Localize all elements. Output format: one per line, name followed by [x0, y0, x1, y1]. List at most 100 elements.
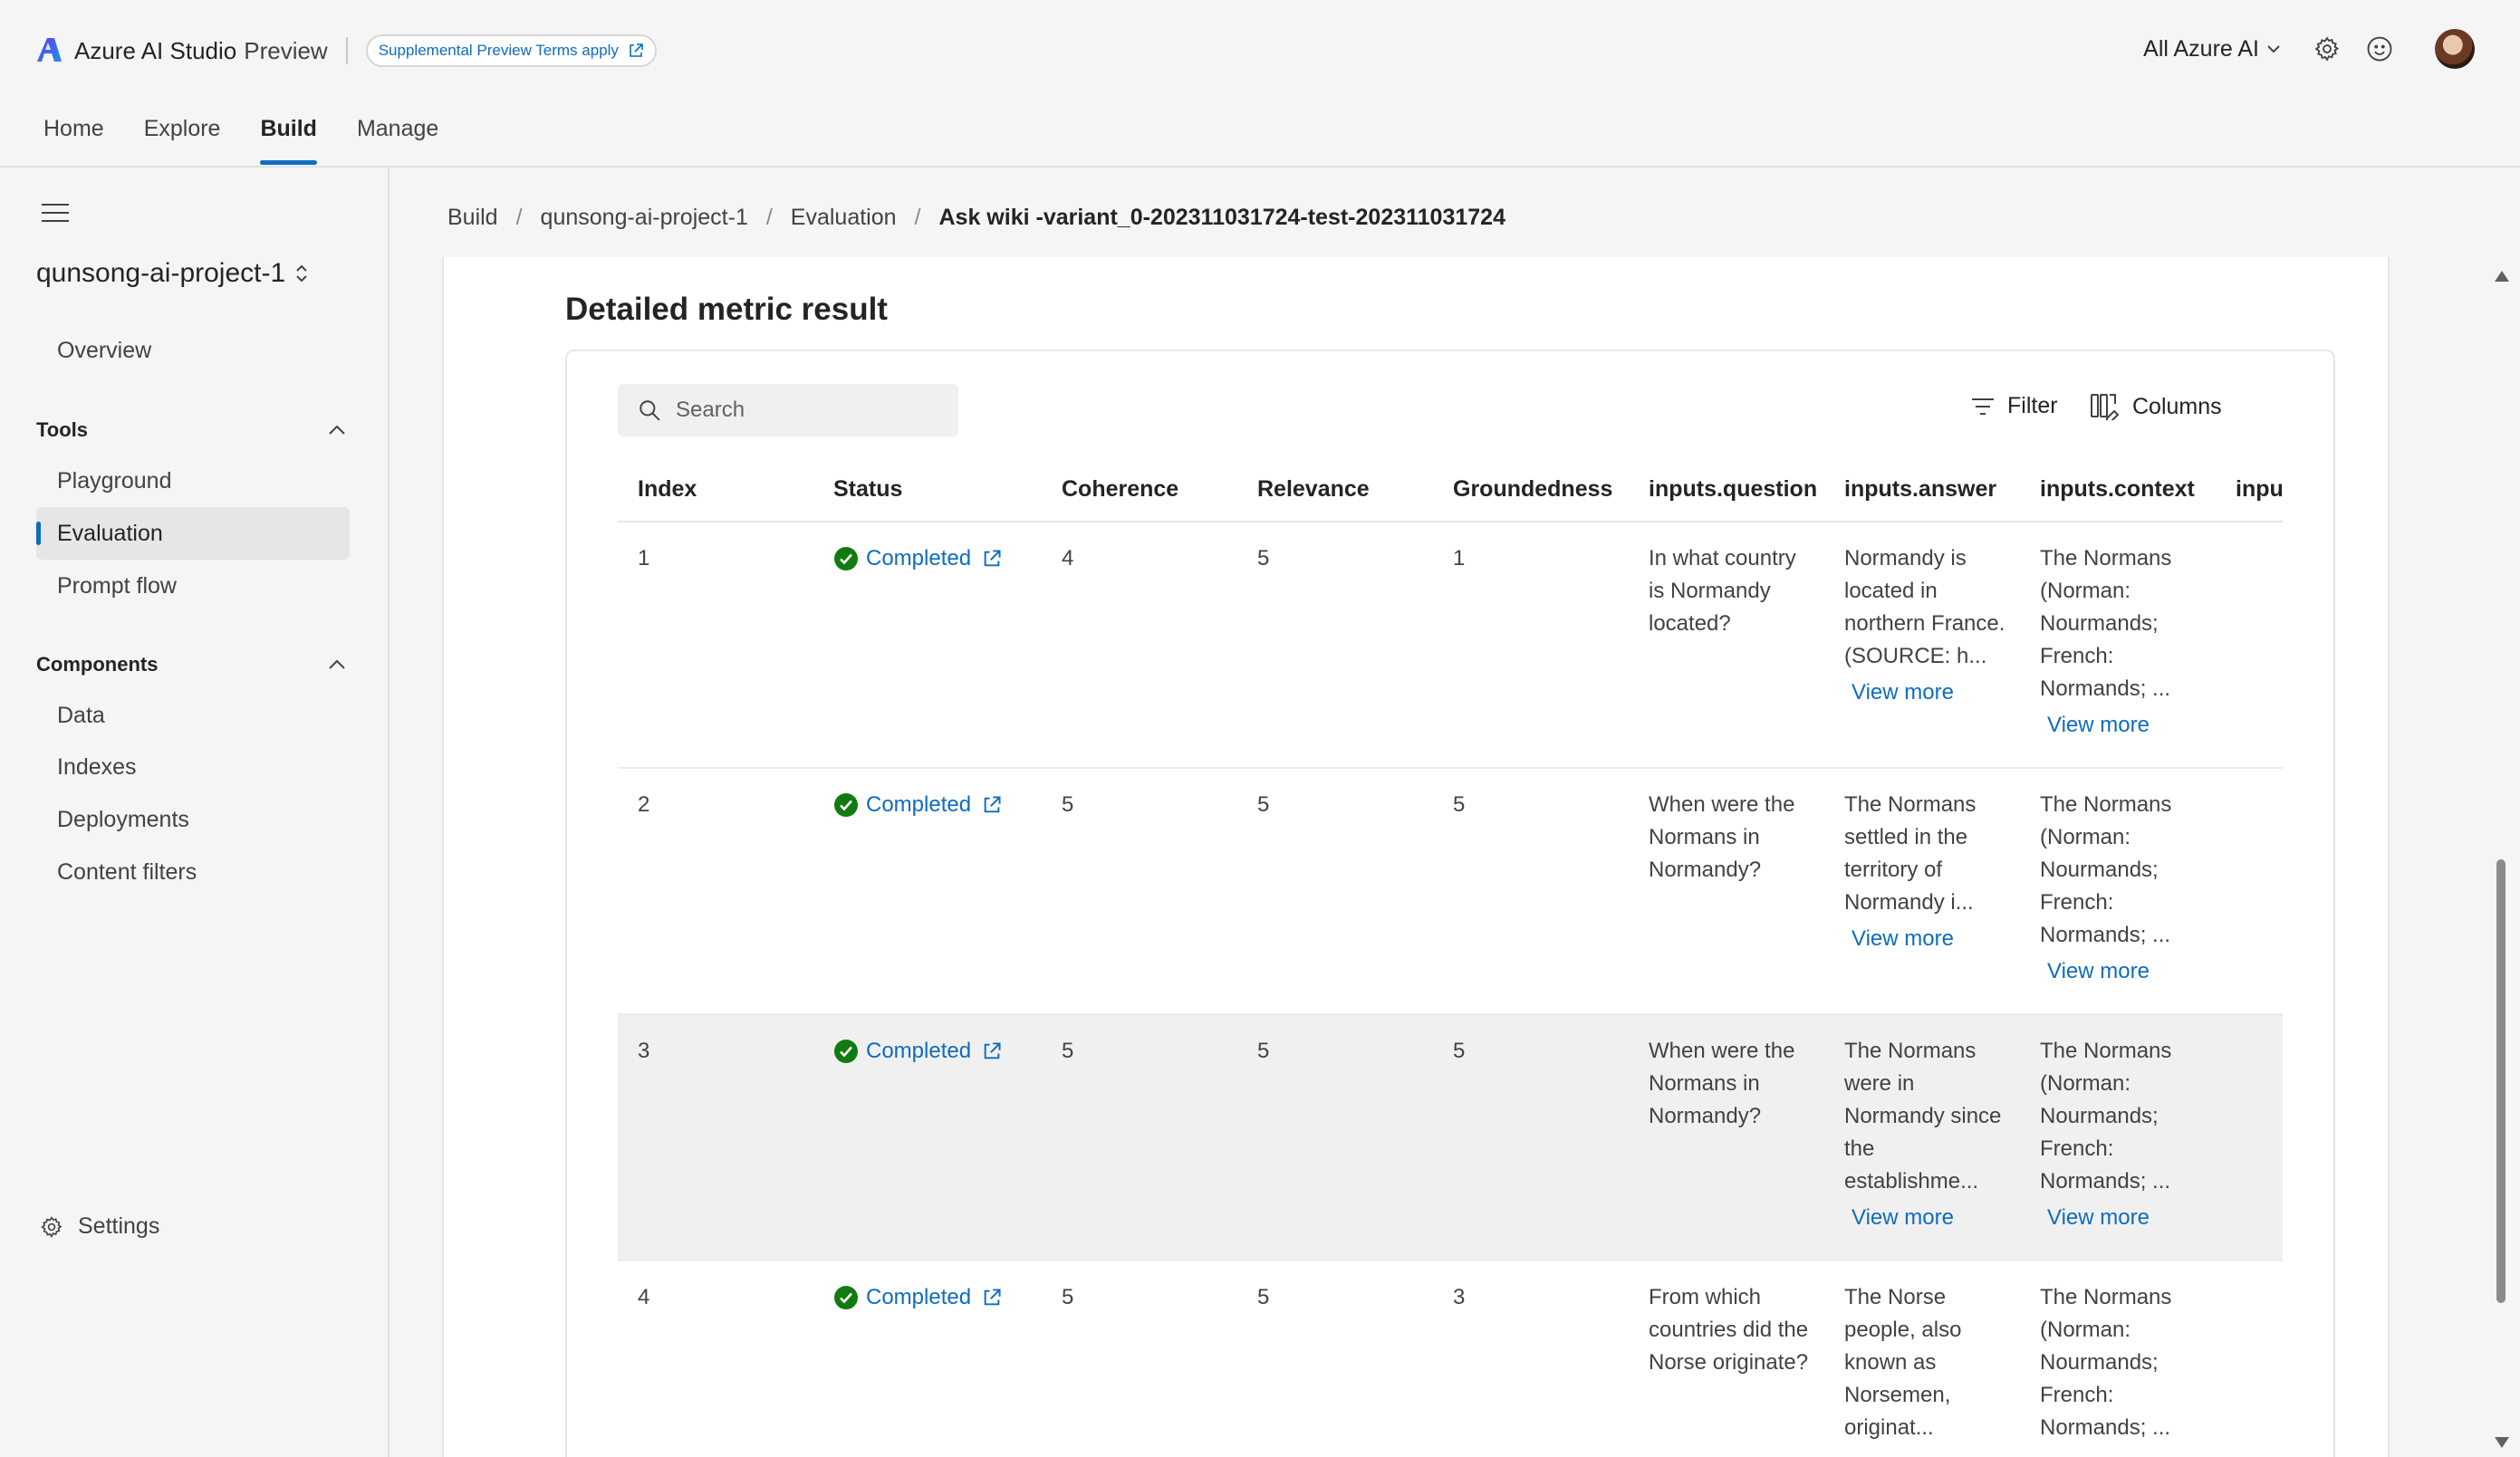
- page-scrollbar[interactable]: [2489, 267, 2513, 1457]
- column-header-relevance[interactable]: Relevance: [1237, 458, 1433, 522]
- cell-relevance: 5: [1237, 1260, 1433, 1457]
- sidebar-item-deployments[interactable]: Deployments: [57, 807, 189, 833]
- context-text: The Normans (Norman: Nourmands; French: …: [2040, 1039, 2172, 1193]
- status-link[interactable]: Completed: [833, 1281, 1031, 1314]
- question-text: When were the Normans in Normandy?: [1649, 792, 1795, 882]
- gear-icon: [2314, 36, 2340, 62]
- answer-text: Normandy is located in northern France. …: [1844, 546, 2005, 668]
- search-box[interactable]: [618, 384, 958, 436]
- status-link[interactable]: Completed: [833, 542, 1031, 575]
- column-header-answer[interactable]: inputs.answer: [1824, 458, 2020, 522]
- cell-truncated: [2216, 522, 2283, 769]
- breadcrumb-project[interactable]: qunsong-ai-project-1: [541, 205, 748, 231]
- scroll-down-arrow-icon[interactable]: [2495, 1437, 2509, 1448]
- external-link-icon: [984, 550, 1001, 567]
- nav-explore[interactable]: Explore: [144, 116, 221, 165]
- sidebar-item-content-filters[interactable]: Content filters: [57, 859, 197, 886]
- columns-icon: [2091, 394, 2120, 420]
- columns-button[interactable]: Columns: [2091, 393, 2222, 420]
- sidebar-item-playground[interactable]: Playground: [57, 468, 171, 494]
- sidebar-settings[interactable]: Settings: [40, 1213, 159, 1240]
- project-selector[interactable]: qunsong-ai-project-1: [36, 258, 309, 289]
- sidebar: qunsong-ai-project-1 Overview Tools Play…: [0, 168, 390, 1457]
- column-header-context[interactable]: inputs.context: [2020, 458, 2216, 522]
- breadcrumb: Build / qunsong-ai-project-1 / Evaluatio…: [447, 205, 1505, 231]
- question-text: When were the Normans in Normandy?: [1649, 1039, 1795, 1128]
- status-label: Completed: [866, 546, 972, 570]
- table-row[interactable]: 1 Completed 4 5 1 In what country is Nor…: [618, 522, 2283, 769]
- user-avatar[interactable]: [2435, 29, 2475, 69]
- cell-truncated: [2216, 1014, 2283, 1261]
- column-header-question[interactable]: inputs.question: [1629, 458, 1824, 522]
- table-row[interactable]: 2 Completed 5 5 5 When were the Normans …: [618, 768, 2283, 1015]
- view-more-link[interactable]: View more: [2040, 709, 2205, 742]
- breadcrumb-evaluation[interactable]: Evaluation: [791, 205, 897, 231]
- settings-label: Settings: [78, 1213, 160, 1239]
- external-link-icon: [984, 796, 1001, 813]
- cell-question: From which countries did the Norse origi…: [1629, 1260, 1824, 1457]
- context-text: The Normans (Norman: Nourmands; French: …: [2040, 1285, 2172, 1440]
- external-link-icon: [630, 43, 643, 57]
- preview-terms-link[interactable]: Supplemental Preview Terms apply: [365, 34, 657, 67]
- chevron-down-icon: [2267, 45, 2280, 53]
- answer-text: The Norse people, also known as Norsemen…: [1844, 1285, 1962, 1440]
- column-header-coherence[interactable]: Coherence: [1042, 458, 1237, 522]
- nav-manage[interactable]: Manage: [357, 116, 438, 165]
- filter-button[interactable]: Filter: [1971, 393, 2058, 419]
- sidebar-item-overview[interactable]: Overview: [57, 338, 151, 364]
- sidebar-item-indexes[interactable]: Indexes: [57, 754, 137, 781]
- breadcrumb-separator: /: [765, 205, 773, 230]
- nav-build[interactable]: Build: [260, 116, 317, 165]
- answer-text: The Normans were in Normandy since the e…: [1844, 1039, 2002, 1193]
- breadcrumb-separator: /: [515, 205, 523, 230]
- check-circle-icon: [834, 547, 858, 570]
- view-more-link[interactable]: View more: [2040, 1202, 2205, 1234]
- sidebar-item-evaluation[interactable]: Evaluation: [57, 521, 163, 547]
- cell-context: The Normans (Norman: Nourmands; French: …: [2020, 522, 2216, 769]
- sidebar-section-tools[interactable]: Tools: [36, 418, 346, 442]
- scroll-thumb[interactable]: [2496, 859, 2506, 1303]
- nav-home[interactable]: Home: [43, 116, 104, 165]
- cell-groundedness: 5: [1433, 768, 1629, 1015]
- view-more-link[interactable]: View more: [1844, 923, 2009, 955]
- column-header-groundedness[interactable]: Groundedness: [1433, 458, 1629, 522]
- filter-icon: [1972, 398, 1994, 415]
- cell-truncated: [2216, 768, 2283, 1015]
- column-header-truncated[interactable]: inpu: [2216, 458, 2283, 522]
- cell-groundedness: 5: [1433, 1014, 1629, 1261]
- breadcrumb-build[interactable]: Build: [447, 205, 498, 231]
- search-input[interactable]: [676, 398, 929, 423]
- column-header-index[interactable]: Index: [618, 458, 813, 522]
- status-link[interactable]: Completed: [833, 789, 1031, 821]
- components-header: Components: [36, 653, 159, 676]
- answer-text: The Normans settled in the territory of …: [1844, 792, 1977, 915]
- status-label: Completed: [866, 1285, 972, 1309]
- cell-question: In what country is Normandy located?: [1629, 522, 1824, 769]
- table-row[interactable]: 4 Completed 5 5 3 From which countries d…: [618, 1260, 2283, 1457]
- hamburger-menu-icon[interactable]: [42, 202, 69, 224]
- scope-selector[interactable]: All Azure AI: [2143, 36, 2281, 62]
- view-more-link[interactable]: View more: [2040, 955, 2205, 988]
- preview-terms-label: Supplemental Preview Terms apply: [378, 42, 619, 59]
- smiley-icon: [2367, 36, 2392, 62]
- table-row[interactable]: 3 Completed 5 5 5 When were the Normans …: [618, 1014, 2283, 1261]
- brand[interactable]: Azure AI Studio Preview Supplemental Pre…: [36, 31, 657, 71]
- column-header-status[interactable]: Status: [813, 458, 1042, 522]
- project-name: qunsong-ai-project-1: [36, 258, 286, 288]
- view-more-link[interactable]: View more: [1844, 1202, 2009, 1234]
- main-content: Detailed metric result Filter Columns In…: [442, 257, 2390, 1457]
- sidebar-section-components[interactable]: Components: [36, 653, 346, 676]
- scroll-up-arrow-icon[interactable]: [2495, 271, 2509, 282]
- view-more-link[interactable]: View more: [1844, 676, 2009, 709]
- status-label: Completed: [866, 1039, 972, 1063]
- tools-header: Tools: [36, 418, 89, 441]
- cell-status: Completed: [813, 1260, 1042, 1457]
- status-link[interactable]: Completed: [833, 1035, 1031, 1068]
- settings-gear-button[interactable]: [2312, 34, 2342, 64]
- cell-context: The Normans (Norman: Nourmands; French: …: [2020, 768, 2216, 1015]
- sidebar-item-data[interactable]: Data: [57, 703, 105, 729]
- feedback-button[interactable]: [2364, 34, 2395, 64]
- cell-groundedness: 3: [1433, 1260, 1629, 1457]
- cell-relevance: 5: [1237, 768, 1433, 1015]
- sidebar-item-prompt-flow[interactable]: Prompt flow: [57, 573, 177, 599]
